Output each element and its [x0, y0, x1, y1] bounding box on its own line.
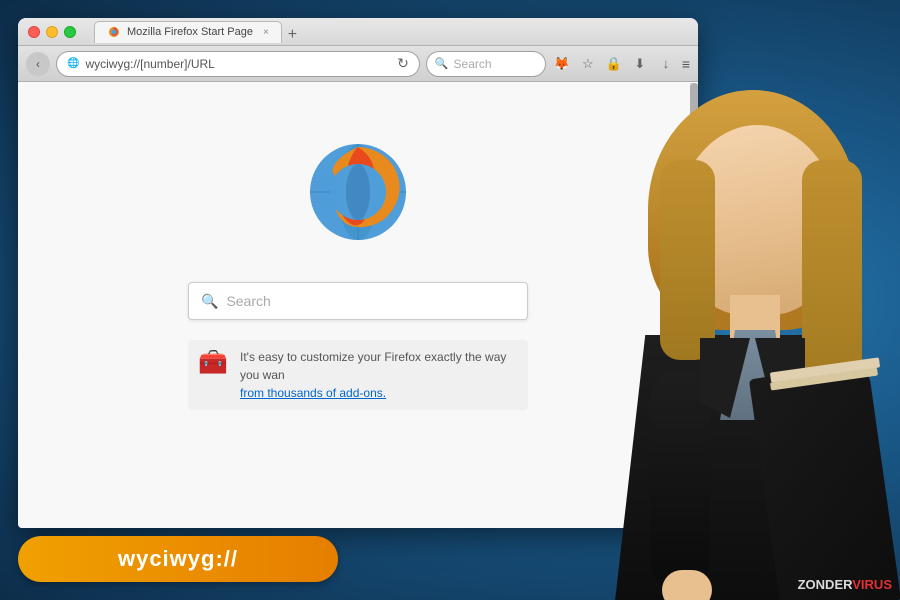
- close-button[interactable]: [28, 26, 40, 38]
- page-search-box[interactable]: 🔍 Search: [188, 282, 528, 320]
- customize-link[interactable]: from thousands of add-ons.: [240, 386, 386, 400]
- maximize-button[interactable]: [64, 26, 76, 38]
- nav-actions: 🦊 ☆ 🔒 ⬇ ↓ ≡: [552, 54, 690, 74]
- person-hand: [662, 570, 712, 600]
- nav-search-bar[interactable]: 🔍 Search: [426, 51, 546, 77]
- pocket-icon[interactable]: ⬇: [630, 54, 650, 74]
- back-button[interactable]: ‹: [26, 52, 50, 76]
- tab-close-button[interactable]: ×: [263, 27, 269, 38]
- person-hair-left: [660, 160, 715, 360]
- menu-button[interactable]: ≡: [682, 56, 690, 72]
- watermark: ZONDERVIRUS: [798, 577, 892, 592]
- tab-title: Mozilla Firefox Start Page: [127, 26, 253, 38]
- bookmark-icon[interactable]: ☆: [578, 54, 598, 74]
- browser-tab[interactable]: Mozilla Firefox Start Page ×: [94, 21, 282, 43]
- new-tab-button[interactable]: +: [288, 27, 297, 43]
- traffic-lights: [28, 26, 76, 38]
- bottom-banner: wyciwyg://: [18, 536, 338, 582]
- fox-icon[interactable]: 🦊: [552, 54, 572, 74]
- person-arm-left: [650, 370, 710, 590]
- banner-text: wyciwyg://: [118, 546, 238, 572]
- zonder-text: ZONDER: [798, 577, 853, 592]
- firefox-logo-svg: [298, 132, 418, 252]
- reload-button[interactable]: ↻: [397, 55, 409, 72]
- virus-text: VIRUS: [852, 577, 892, 592]
- person-image: [550, 80, 900, 600]
- customize-content: It's easy to customize your Firefox exac…: [240, 348, 518, 402]
- customize-box: 🧰 It's easy to customize your Firefox ex…: [188, 340, 528, 410]
- address-icon: 🌐: [67, 58, 79, 69]
- nav-search-placeholder: Search: [454, 57, 492, 71]
- nav-bar: ‹ 🌐 wyciwyg://[number]/URL ↻ 🔍 Search 🦊 …: [18, 46, 698, 82]
- page-search-icon: 🔍: [201, 293, 218, 310]
- customize-text: It's easy to customize your Firefox exac…: [240, 350, 506, 400]
- address-text: wyciwyg://[number]/URL: [85, 57, 391, 71]
- download-icon[interactable]: ↓: [656, 54, 676, 74]
- firefox-tab-icon: [107, 25, 121, 39]
- minimize-button[interactable]: [46, 26, 58, 38]
- firefox-logo: [298, 132, 418, 252]
- page-search-placeholder: Search: [226, 293, 270, 309]
- search-icon: 🔍: [435, 57, 449, 70]
- tab-area: Mozilla Firefox Start Page × +: [94, 21, 688, 43]
- title-bar: Mozilla Firefox Start Page × +: [18, 18, 698, 46]
- address-bar[interactable]: 🌐 wyciwyg://[number]/URL ↻: [56, 51, 420, 77]
- lock-icon[interactable]: 🔒: [604, 54, 624, 74]
- toolbox-icon: 🧰: [198, 348, 230, 380]
